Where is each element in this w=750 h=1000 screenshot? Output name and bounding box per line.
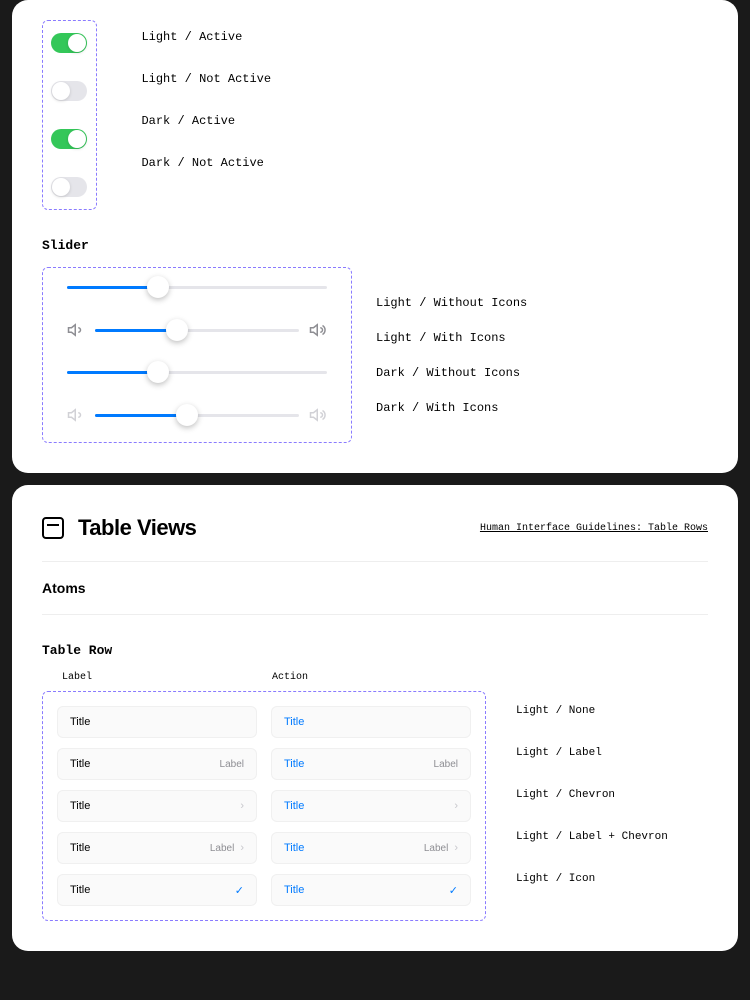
chevron-right-icon: ›	[454, 842, 458, 854]
col-header-label: Label	[62, 672, 272, 683]
slider-label: Dark / With Icons	[376, 401, 527, 415]
table-row[interactable]: Title›	[271, 790, 471, 822]
slider-light-icons[interactable]	[95, 329, 299, 332]
toggle-dark-inactive[interactable]	[51, 177, 87, 197]
table-rows-box: Title TitleLabel Title› TitleLabel› Titl…	[42, 691, 486, 921]
row-variant-label: Light / Icon	[516, 863, 668, 895]
chevron-right-icon: ›	[240, 800, 244, 812]
slider-section-title: Slider	[42, 238, 708, 253]
row-variant-label: Light / Label + Chevron	[516, 821, 668, 853]
col-header-action: Action	[272, 672, 482, 683]
toggle-label: Dark / Not Active	[141, 156, 271, 170]
toggle-label: Light / Not Active	[141, 72, 271, 86]
table-row[interactable]: Title	[57, 706, 257, 738]
row-variant-label: Light / None	[516, 695, 668, 727]
chevron-right-icon: ›	[454, 800, 458, 812]
slider-label: Light / Without Icons	[376, 296, 527, 310]
hig-link[interactable]: Human Interface Guidelines: Table Rows	[480, 523, 708, 534]
slider-dark-no-icons[interactable]	[67, 371, 327, 374]
table-views-title: Table Views	[78, 515, 196, 541]
chevron-right-icon: ›	[240, 842, 244, 854]
table-row[interactable]: Title›	[57, 790, 257, 822]
toggle-dark-active[interactable]	[51, 129, 87, 149]
table-row[interactable]: Title	[271, 706, 471, 738]
slider-label: Dark / Without Icons	[376, 366, 527, 380]
volume-high-icon	[309, 321, 327, 339]
check-icon: ✓	[449, 884, 458, 897]
table-row[interactable]: TitleLabel›	[57, 832, 257, 864]
toggle-light-active[interactable]	[51, 33, 87, 53]
toggle-label: Dark / Active	[141, 114, 271, 128]
slider-light-no-icons[interactable]	[67, 286, 327, 289]
toggle-light-inactive[interactable]	[51, 81, 87, 101]
toggle-label: Light / Active	[141, 30, 271, 44]
table-row[interactable]: Title✓	[271, 874, 471, 906]
table-row-title: Table Row	[42, 643, 708, 658]
table-row[interactable]: TitleLabel	[271, 748, 471, 780]
row-variant-label: Light / Chevron	[516, 779, 668, 811]
slider-label: Light / With Icons	[376, 331, 527, 345]
table-row[interactable]: TitleLabel›	[271, 832, 471, 864]
table-row[interactable]: TitleLabel	[57, 748, 257, 780]
sliders-box	[42, 267, 352, 443]
volume-high-icon	[309, 406, 327, 424]
atoms-title: Atoms	[42, 580, 708, 596]
slider-dark-icons[interactable]	[95, 414, 299, 417]
table-views-icon	[42, 517, 64, 539]
volume-low-icon	[67, 406, 85, 424]
toggles-box	[42, 20, 97, 210]
volume-low-icon	[67, 321, 85, 339]
check-icon: ✓	[235, 884, 244, 897]
table-row[interactable]: Title✓	[57, 874, 257, 906]
row-variant-label: Light / Label	[516, 737, 668, 769]
